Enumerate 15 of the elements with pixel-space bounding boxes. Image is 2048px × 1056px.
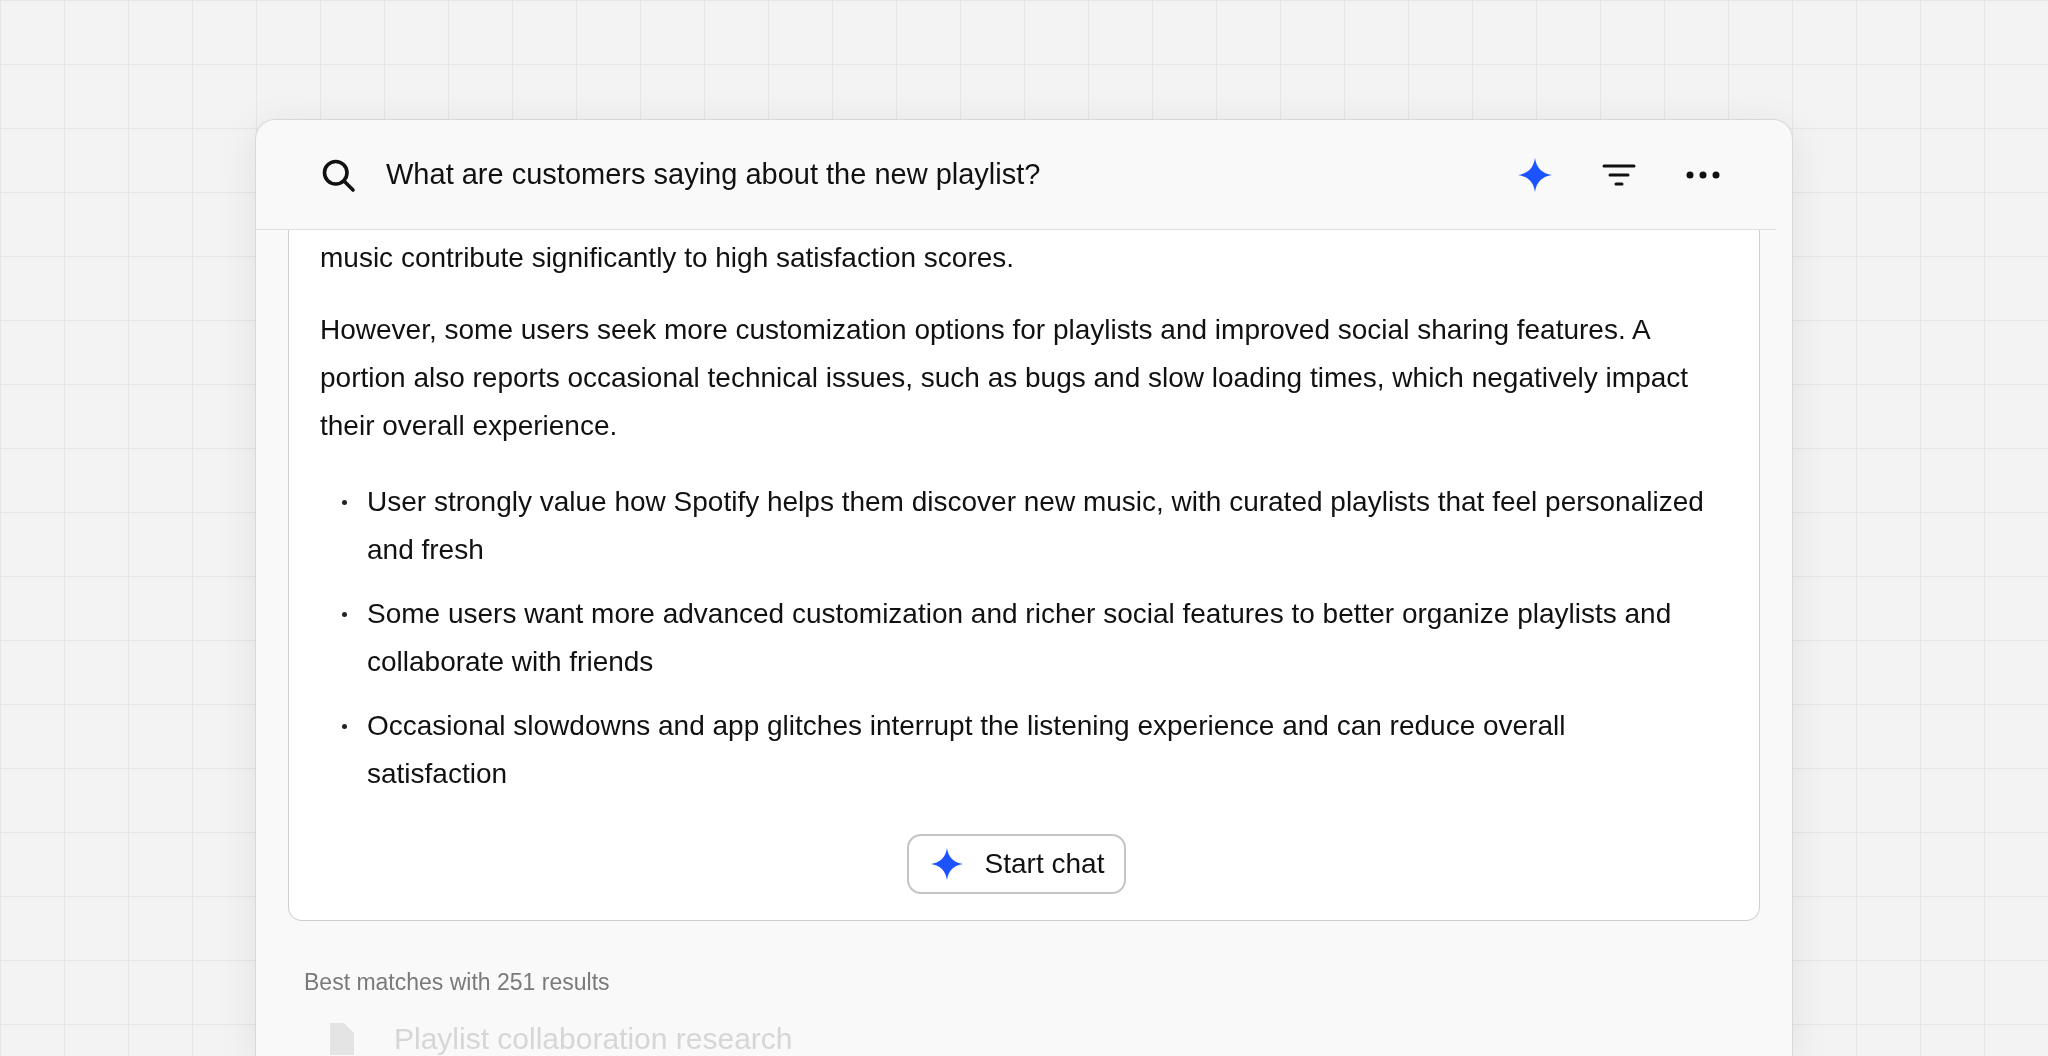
bullet-icon: [342, 500, 347, 505]
bullet-icon: [342, 612, 347, 617]
bullet-text: User strongly value how Spotify helps them discover new music, with curated playlists that feel personalized and fresh: [367, 485, 1705, 567]
bullet-text: Some users want more advanced customization and richer social features to better organize playlists and collaborate with friends: [367, 597, 1673, 679]
answer-paragraph: However, some users seek more customization options for playlists and improved social sharing features. A portion also reports occasional technical issues, such as bugs and slow loading times, which negatively impact their overall experience.: [320, 313, 1690, 443]
results-summary: Best matches with 251 results: [304, 969, 611, 996]
bullet-icon: [342, 724, 347, 729]
sparkle-icon: [930, 848, 963, 880]
search-field[interactable]: What are customers saying about the new playlist?: [386, 158, 1482, 191]
sparkle-icon: [1518, 157, 1552, 192]
more-icon: [1686, 170, 1720, 179]
filter-icon: [1602, 162, 1636, 187]
answer-paragraph: music contribute significantly to high satisfaction scores.: [320, 241, 1016, 275]
start-chat-button[interactable]: Start chat: [906, 834, 1127, 894]
bullet-text: Occasional slowdowns and app glitches interrupt the listening experience and can reduce overall satisfaction: [367, 709, 1567, 791]
